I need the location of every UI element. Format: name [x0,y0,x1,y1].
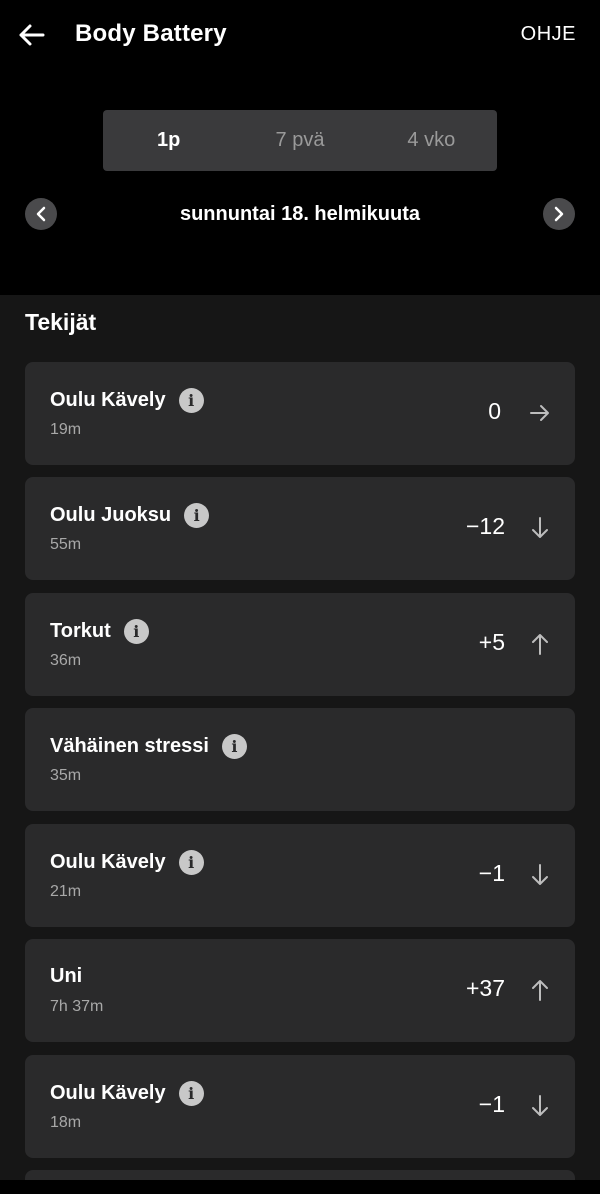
factor-duration: 36m [50,652,82,669]
arrow-up-icon [529,631,551,657]
factor-name: Vähäinen stressi [50,735,209,757]
factor-duration: 19m [50,421,82,438]
chevron-right-icon [554,206,564,222]
factor-value: −12 [465,513,505,539]
factor-name-row: Oulu Juoksu i [50,503,210,528]
factor-value: 0 [488,398,501,424]
factor-duration: 21m [50,883,82,900]
factor-name-row: Oulu Kävely i [50,1081,204,1106]
factor-name: Oulu Kävely [50,1082,166,1104]
info-icon[interactable]: i [178,850,204,875]
factor-name-row: Oulu Kävely i [50,850,204,875]
factor-name: Torkut [50,620,111,642]
back-button[interactable] [14,18,48,52]
factor-card[interactable]: Oulu Juoksu i 55m −12 [25,477,575,580]
factor-value: +5 [478,629,505,655]
factor-card[interactable]: Torkut i 36m +5 [25,593,575,696]
factor-duration: 18m [50,1114,82,1131]
factor-duration: 7h 37m [50,998,104,1015]
arrow-right-icon [529,400,551,426]
arrow-down-icon [529,862,551,888]
factor-card[interactable]: Uni 7h 37m +37 [25,939,575,1042]
factor-value: +37 [465,975,505,1001]
factor-duration: 55m [50,536,82,553]
factor-name: Oulu Juoksu [50,504,172,526]
arrow-left-icon [19,24,45,46]
factor-card[interactable]: Oulu Kävely i 18m −1 [25,1055,575,1158]
section-title: Tekijät [25,309,97,335]
page-title: Body Battery [75,20,227,47]
factor-name: Oulu Kävely [50,389,166,411]
tab-4-weeks[interactable]: 4 vko [366,110,497,171]
arrow-up-icon [529,977,551,1003]
info-icon[interactable]: i [123,619,149,644]
factor-name-row: Uni [50,965,82,988]
factor-card[interactable]: Oulu Kävely i 21m −1 [25,824,575,927]
next-day-button[interactable] [543,198,575,230]
arrow-down-icon [529,1093,551,1119]
factor-duration: 35m [50,767,82,784]
help-button[interactable]: OHJE [521,23,576,46]
current-date: sunnuntai 18. helmikuuta [179,203,421,225]
app-header: Body Battery OHJE [0,0,600,72]
factor-card[interactable]: Oulu Kävely i 19m 0 [25,362,575,465]
system-nav-bar [0,1180,600,1194]
factor-name: Uni [50,965,83,987]
factor-card[interactable]: Vähäinen stressi i 35m [25,708,575,811]
factor-name-row: Torkut i [50,619,149,644]
factors-section: Tekijät Oulu Kävely i 19m 0 Oulu Juoksu … [0,295,600,1194]
info-icon[interactable]: i [178,1081,204,1106]
period-selector: 1p 7 pvä 4 vko [103,110,497,171]
info-icon[interactable]: i [178,388,204,413]
tab-1-day[interactable]: 1p [103,110,234,171]
factor-name: Oulu Kävely [50,851,166,873]
factor-name-row: Oulu Kävely i [50,388,204,413]
factor-name-row: Vähäinen stressi i [50,734,247,759]
factor-value: −1 [478,860,505,886]
arrow-down-icon [529,515,551,541]
date-navigator: sunnuntai 18. helmikuuta [0,198,600,232]
info-icon[interactable]: i [221,734,247,759]
info-icon[interactable]: i [184,503,210,528]
tab-7-days[interactable]: 7 pvä [234,110,365,171]
factor-value: −1 [478,1091,505,1117]
